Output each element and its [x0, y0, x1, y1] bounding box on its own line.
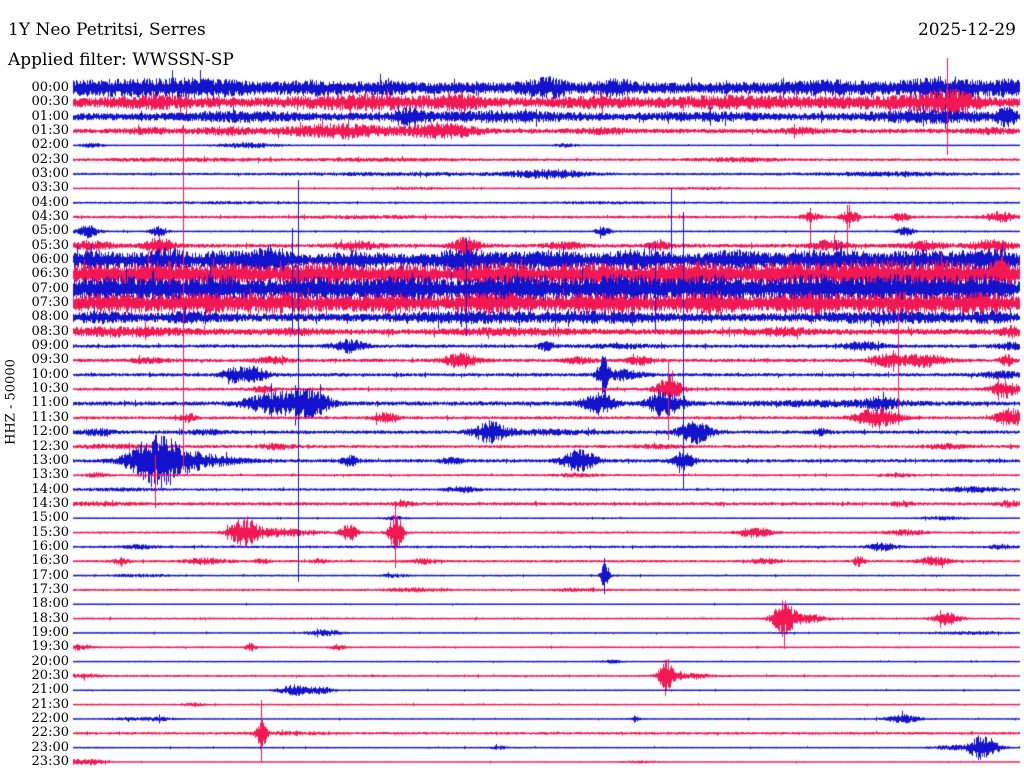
time-label: 07:30	[31, 295, 69, 311]
time-label: 06:00	[31, 252, 69, 268]
time-label: 00:00	[31, 80, 69, 95]
time-label: 04:00	[31, 194, 69, 210]
time-label: 15:30	[31, 524, 69, 540]
time-label: 11:30	[31, 409, 69, 425]
time-label: 13:00	[31, 452, 69, 468]
time-label: 09:00	[31, 338, 69, 354]
time-label: 18:00	[31, 596, 69, 612]
time-label: 02:00	[31, 137, 69, 153]
filter-label: Applied filter: WWSSN-SP	[8, 50, 234, 70]
time-label: 05:30	[31, 237, 69, 253]
time-label: 01:30	[31, 123, 69, 139]
time-label: 23:30	[31, 753, 69, 769]
time-label: 03:00	[31, 166, 69, 182]
station-title: 1Y Neo Petritsi, Serres	[8, 20, 206, 40]
time-label: 10:00	[31, 366, 69, 382]
time-label: 20:30	[31, 667, 69, 683]
date-label: 2025-12-29	[917, 20, 1016, 40]
time-label: 01:00	[31, 108, 69, 124]
time-label: 16:00	[31, 538, 69, 554]
time-label: 20:00	[31, 653, 69, 669]
time-label: 23:00	[31, 739, 69, 755]
time-label: 04:30	[31, 209, 69, 225]
time-label: 14:30	[31, 495, 69, 511]
time-label: 05:00	[31, 223, 69, 239]
time-label: 15:00	[31, 510, 69, 526]
time-label: 21:30	[31, 696, 69, 712]
time-label: 09:30	[31, 352, 69, 368]
time-label: 12:30	[31, 438, 69, 454]
time-label: 16:30	[31, 553, 69, 569]
time-label: 10:30	[31, 381, 69, 397]
time-label: 22:30	[31, 725, 69, 741]
helicorder-page: 1Y Neo Petritsi, Serres 2025-12-29 Appli…	[0, 0, 1024, 780]
time-label: 22:00	[31, 710, 69, 726]
time-label: 13:30	[31, 467, 69, 483]
time-label: 17:00	[31, 567, 69, 583]
time-label: 19:30	[31, 639, 69, 655]
time-label: 02:30	[31, 151, 69, 167]
time-label: 18:30	[31, 610, 69, 626]
time-label: 17:30	[31, 581, 69, 597]
time-label: 19:00	[31, 624, 69, 640]
time-label: 00:30	[31, 94, 69, 110]
time-label: 14:00	[31, 481, 69, 497]
time-label: 12:00	[31, 424, 69, 440]
time-label: 08:30	[31, 323, 69, 339]
helicorder-canvas	[0, 0, 1024, 780]
time-label: 08:00	[31, 309, 69, 325]
time-label: 11:00	[31, 395, 69, 411]
time-label: 06:30	[31, 266, 69, 282]
time-label: 07:00	[31, 280, 69, 296]
time-label: 03:30	[31, 180, 69, 196]
time-label: 21:00	[31, 682, 69, 698]
